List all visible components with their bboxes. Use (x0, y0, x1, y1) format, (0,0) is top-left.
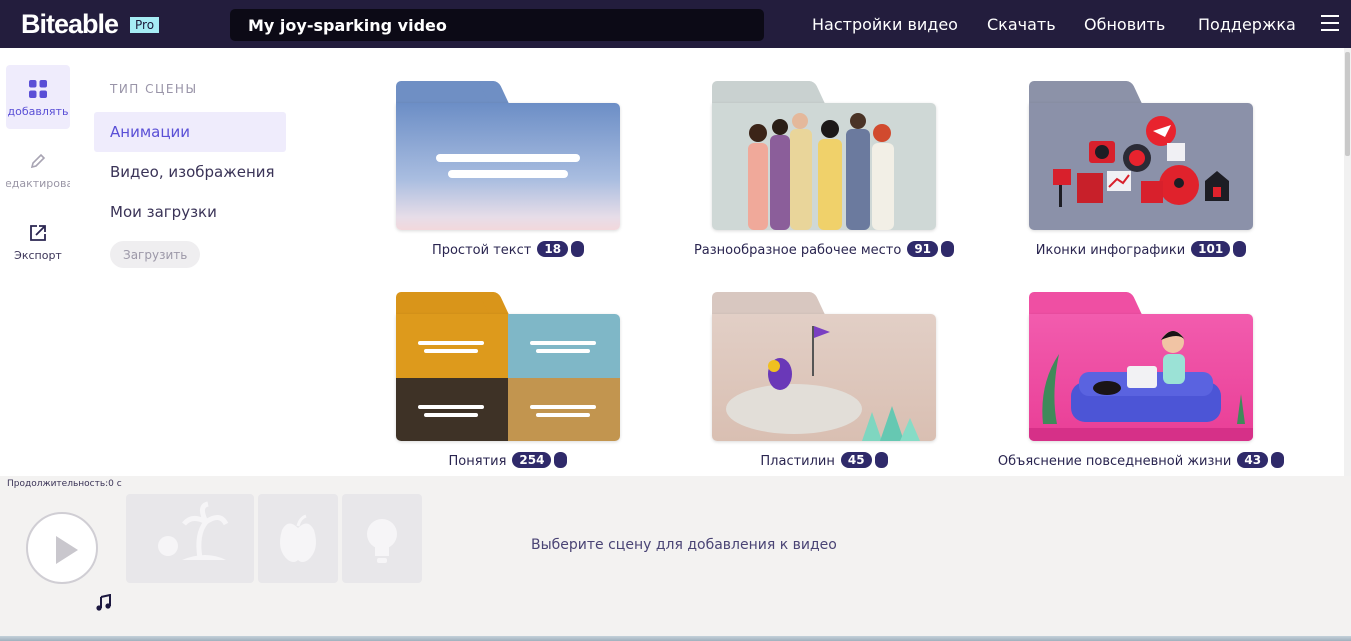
play-icon (56, 536, 78, 564)
grid-icon (29, 80, 47, 98)
timeline-hint: Выберите сцену для добавления к видео (531, 537, 837, 553)
panel-item-my-uploads[interactable]: Мои загрузки (94, 192, 286, 232)
timeline-slot-placeholder (342, 494, 422, 583)
scrollbar-thumb[interactable] (1345, 52, 1350, 156)
export-icon (30, 225, 46, 241)
rail-export-label: Экспорт (14, 249, 62, 262)
scene-label: Разнообразное рабочее место (693, 243, 902, 258)
scene-thumbnail (712, 314, 936, 441)
scene-label: Понятия (448, 454, 507, 469)
scene-type-panel: ТИП СЦЕНЫ Анимации Видео, изображения Мо… (76, 48, 303, 476)
duration-label: Продолжительность:0 с (7, 479, 122, 489)
nav-support[interactable]: Поддержка (1198, 15, 1296, 34)
scene-label: Иконки инфографики (1035, 243, 1186, 258)
badge-dot (941, 241, 955, 257)
timeline-slot-placeholder (258, 494, 338, 583)
panel-item-animations[interactable]: Анимации (94, 112, 286, 152)
nav-download[interactable]: Скачать (987, 15, 1056, 34)
lightbulb-icon (367, 519, 397, 563)
timeline-slot-placeholder (126, 494, 254, 583)
scene-count-badge: 91 (907, 241, 939, 257)
badge-dot (874, 452, 888, 468)
rail-edit-label: редактировать (6, 177, 70, 190)
badge-dot (1271, 452, 1285, 468)
badge-dot (1233, 241, 1247, 257)
scene-caption: Пластилин 45 (674, 452, 974, 469)
scene-thumbnail (1029, 314, 1253, 441)
top-bar: Biteable Pro Настройки видео Скачать Обн… (0, 0, 1351, 48)
infographic-illustration (1053, 116, 1229, 207)
scene-card-concepts[interactable]: Понятия 254 (396, 292, 620, 469)
scene-grid: Простой текст 18 Разнообразное рабочее ме… (303, 48, 1351, 476)
menu-icon[interactable] (1321, 15, 1339, 31)
scene-count-badge: 254 (512, 452, 552, 468)
scene-thumbnail (396, 103, 620, 230)
timeline: Продолжительность:0 с Выберите сцену для… (0, 476, 1351, 636)
os-taskbar-strip (0, 636, 1351, 641)
scene-count-badge: 45 (840, 452, 872, 468)
pro-badge: Pro (130, 17, 160, 33)
left-rail: добавлять редактировать Экспорт (0, 48, 76, 476)
scene-count-badge: 18 (537, 241, 569, 257)
rail-edit[interactable]: редактировать (6, 137, 70, 201)
panel-item-video-images[interactable]: Видео, изображения (94, 152, 286, 192)
scene-card-simple-text[interactable]: Простой текст 18 (396, 81, 620, 258)
scene-caption: Разнообразное рабочее место 91 (674, 241, 974, 258)
scene-caption: Понятия 254 (358, 452, 658, 469)
nav-upgrade[interactable]: Обновить (1084, 15, 1165, 34)
rail-export[interactable]: Экспорт (6, 209, 70, 273)
scrollbar[interactable] (1344, 48, 1351, 476)
scene-thumbnail (1029, 103, 1253, 230)
everyday-life-illustration (1029, 331, 1253, 441)
rail-add[interactable]: добавлять (6, 65, 70, 129)
badge-dot (571, 241, 585, 257)
scene-card-plasticine[interactable]: Пластилин 45 (712, 292, 936, 469)
panel-heading: ТИП СЦЕНЫ (110, 82, 198, 96)
music-note-icon[interactable] (95, 594, 113, 612)
scene-count-badge: 43 (1237, 452, 1269, 468)
scene-label: Объяснение повседневной жизни (997, 454, 1232, 469)
biteable-logo[interactable]: Biteable (21, 9, 119, 40)
rail-add-label: добавлять (7, 105, 69, 118)
video-title-input[interactable] (230, 9, 764, 41)
scene-caption: Иконки инфографики 101 (991, 241, 1291, 258)
scene-thumbnail (396, 314, 620, 441)
upload-button[interactable]: Загрузить (110, 241, 201, 268)
apple-icon (280, 514, 316, 562)
people-illustration (748, 113, 894, 230)
scene-card-everyday-life[interactable]: Объяснение повседневной жизни 43 (998, 292, 1285, 469)
island-icon (158, 501, 229, 560)
scene-thumbnail (712, 103, 936, 230)
plasticine-illustration (726, 326, 920, 441)
nav-video-settings[interactable]: Настройки видео (812, 15, 958, 34)
scene-caption: Простой текст 18 (358, 241, 658, 258)
scene-count-badge: 101 (1191, 241, 1231, 257)
pencil-icon (30, 153, 46, 169)
scene-card-infographic-icons[interactable]: Иконки инфографики 101 (1029, 81, 1253, 258)
scene-label: Простой текст (431, 243, 532, 258)
scene-caption: Объяснение повседневной жизни 43 (991, 452, 1291, 469)
play-button[interactable] (26, 512, 98, 584)
scene-card-diverse-workplace[interactable]: Разнообразное рабочее место 91 (694, 81, 955, 258)
badge-dot (554, 452, 568, 468)
scene-label: Пластилин (760, 454, 835, 469)
